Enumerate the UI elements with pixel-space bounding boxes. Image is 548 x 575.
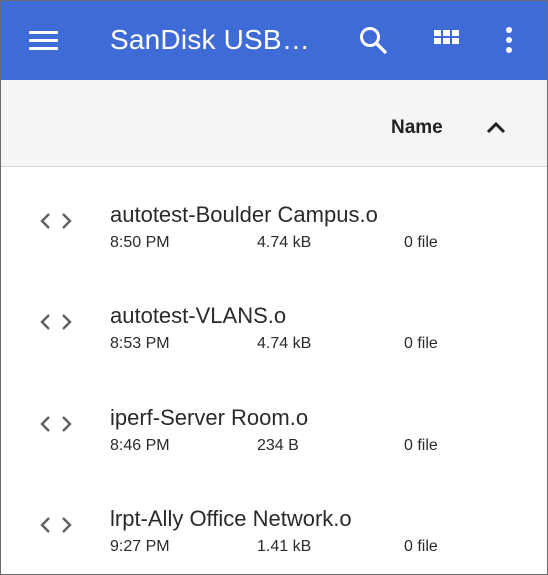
file-size: 4.74 kB	[257, 335, 312, 352]
file-name: autotest-Boulder Campus.o	[110, 202, 378, 227]
file-count: 0 file	[404, 335, 438, 352]
app-bar: SanDisk USB…	[1, 1, 547, 80]
chevron-up-icon[interactable]	[481, 114, 511, 140]
code-brackets-icon	[39, 513, 73, 537]
search-icon[interactable]	[356, 23, 392, 59]
file-row[interactable]: autotest-Boulder Campus.o 8:50 PM 4.74 k…	[1, 167, 547, 268]
code-brackets-icon	[39, 412, 73, 436]
app-window: SanDisk USB… Name autotest-Boulder Campu…	[0, 0, 548, 575]
app-title: SanDisk USB…	[110, 24, 311, 55]
file-name: iperf-Server Room.o	[110, 405, 309, 430]
file-row[interactable]: lrpt-Ally Office Network.o 9:27 PM 1.41 …	[1, 471, 547, 572]
file-row[interactable]: iperf-Server Room.o 8:46 PM 234 B 0 file	[1, 370, 547, 471]
file-size: 1.41 kB	[257, 538, 312, 555]
file-count: 0 file	[404, 437, 438, 454]
file-count: 0 file	[404, 538, 438, 555]
more-vertical-icon[interactable]	[495, 23, 523, 59]
grid-view-icon[interactable]	[429, 23, 465, 59]
sort-bar: Name	[1, 80, 547, 167]
hamburger-menu-icon[interactable]	[25, 25, 65, 57]
sort-label[interactable]: Name	[391, 117, 443, 139]
file-count: 0 file	[404, 234, 438, 251]
file-time: 8:46 PM	[110, 437, 170, 454]
file-size: 4.74 kB	[257, 234, 312, 251]
file-name: lrpt-Ally Office Network.o	[110, 506, 352, 531]
file-size: 234 B	[257, 437, 299, 454]
file-name: autotest-VLANS.o	[110, 303, 287, 328]
code-brackets-icon	[39, 310, 73, 334]
file-time: 8:53 PM	[110, 335, 170, 352]
file-row[interactable]: autotest-VLANS.o 8:53 PM 4.74 kB 0 file	[1, 268, 547, 369]
file-time: 9:27 PM	[110, 538, 170, 555]
file-time: 8:50 PM	[110, 234, 170, 251]
code-brackets-icon	[39, 209, 73, 233]
